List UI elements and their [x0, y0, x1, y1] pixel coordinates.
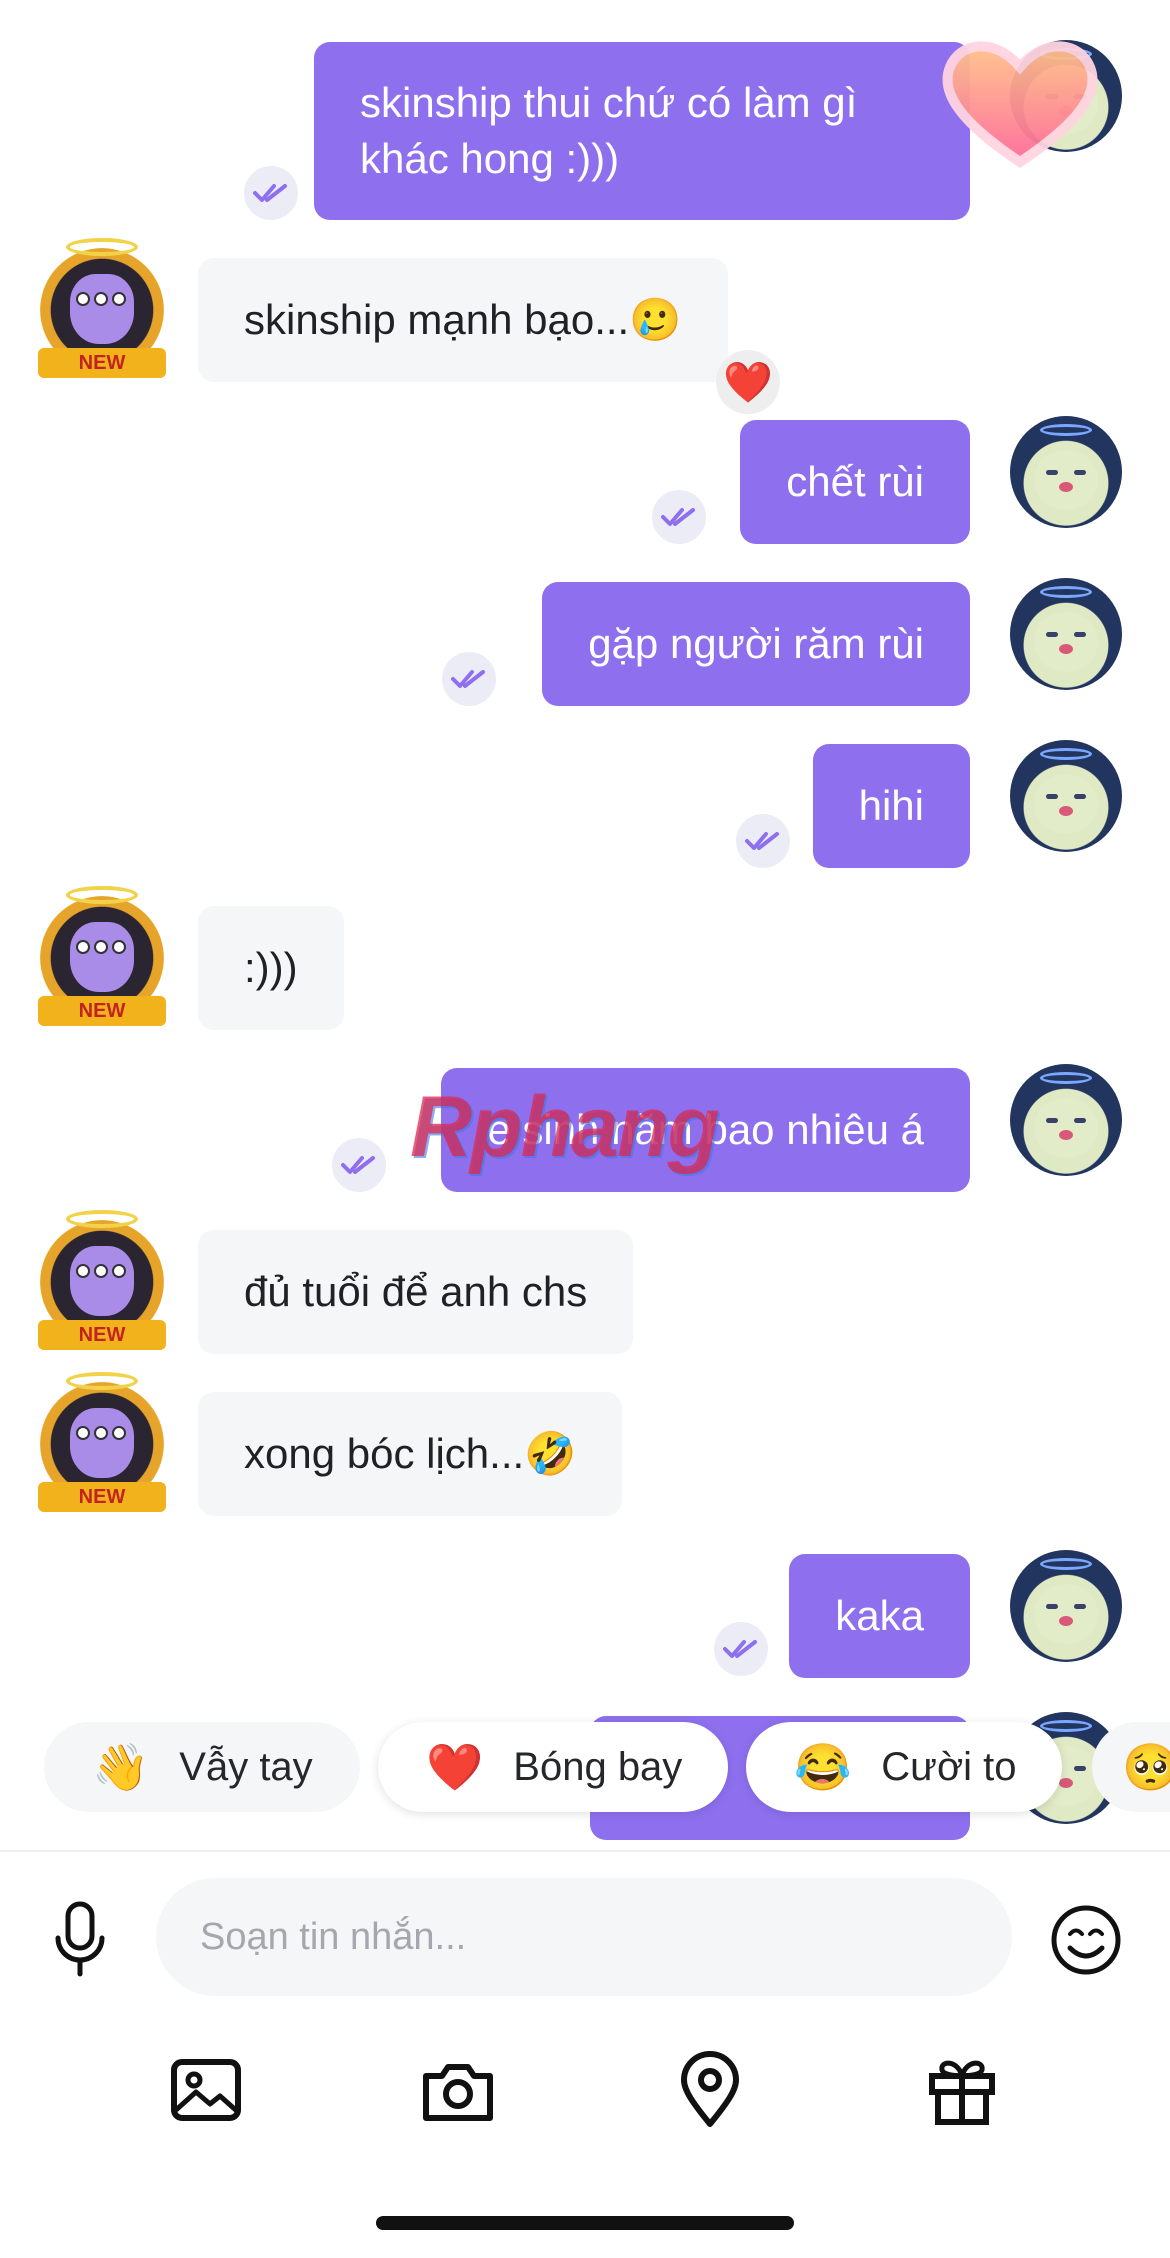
gift-icon[interactable] [922, 2050, 1002, 2130]
message-bubble-outgoing[interactable]: kaka [789, 1554, 970, 1678]
read-receipt-icon [714, 1622, 768, 1676]
pleading-face-icon: 🥺 [1122, 1740, 1170, 1793]
message-text: hihi [858, 782, 924, 829]
chip-label: Bóng bay [513, 1744, 683, 1789]
home-indicator[interactable] [376, 2216, 794, 2230]
message-text: gặp người răm rùi [588, 620, 924, 667]
quick-reply-balloon[interactable]: ❤️ Bóng bay [378, 1722, 728, 1812]
message-text: kaka [835, 1592, 924, 1639]
contact-avatar[interactable]: NEW [30, 230, 174, 380]
read-receipt-icon [332, 1138, 386, 1192]
new-badge: NEW [38, 348, 166, 378]
heart-sticker-icon [942, 41, 1098, 169]
message-bubble-outgoing[interactable]: gặp người răm rùi [542, 582, 970, 706]
message-text: đủ tuổi để anh chs [244, 1268, 588, 1315]
message-text: xong bóc lịch...🤣 [244, 1430, 577, 1477]
message-bubble-outgoing[interactable]: skinship thui chứ có làm gì khác hong :)… [314, 42, 970, 220]
heart-icon: ❤️ [426, 1740, 484, 1793]
chip-label: Vẫy tay [179, 1744, 313, 1789]
quick-reply-bar[interactable]: 👋 Vẫy tay ❤️ Bóng bay 😂 Cười to 🥺 [0, 1722, 1170, 1822]
my-avatar[interactable] [1010, 578, 1122, 690]
read-receipt-icon [652, 490, 706, 544]
quick-reply-wave[interactable]: 👋 Vẫy tay [44, 1722, 360, 1812]
new-badge: NEW [38, 1320, 166, 1350]
read-receipt-icon [442, 652, 496, 706]
camera-icon[interactable] [418, 2050, 498, 2130]
contact-avatar[interactable]: NEW [30, 1364, 174, 1514]
contact-avatar[interactable]: NEW [30, 1202, 174, 1352]
chip-label: Cười to [881, 1744, 1017, 1789]
message-bubble-outgoing[interactable]: chết rùi [740, 420, 970, 544]
my-avatar[interactable] [1010, 416, 1122, 528]
chat-thread[interactable]: skinship thui chứ có làm gì khác hong :)… [0, 0, 1170, 1850]
message-text: chết rùi [786, 458, 924, 505]
message-bubble-incoming[interactable]: skinship mạnh bạo...🥲 [198, 258, 728, 382]
message-text: skinship thui chứ có làm gì khác hong :)… [360, 79, 858, 182]
message-composer [0, 1850, 1170, 2258]
image-icon[interactable] [166, 2050, 246, 2130]
message-bubble-incoming[interactable]: xong bóc lịch...🤣 [198, 1392, 623, 1516]
my-avatar[interactable] [1010, 1550, 1122, 1662]
my-avatar[interactable] [1010, 1064, 1122, 1176]
quick-reply-laugh[interactable]: 😂 Cười to [746, 1722, 1062, 1812]
read-receipt-icon [244, 166, 298, 220]
message-input[interactable] [156, 1878, 1012, 1996]
message-text: skinship mạnh bạo...🥲 [244, 296, 682, 343]
laugh-icon: 😂 [794, 1740, 852, 1793]
new-badge: NEW [38, 996, 166, 1026]
message-text: :))) [244, 944, 298, 991]
contact-avatar[interactable]: NEW [30, 878, 174, 1028]
wave-icon: 👋 [92, 1740, 150, 1793]
message-bubble-incoming[interactable]: đủ tuổi để anh chs [198, 1230, 634, 1354]
emoji-icon[interactable] [1050, 1904, 1122, 1976]
reaction-heart[interactable]: ❤️ [716, 350, 780, 414]
location-icon[interactable] [670, 2050, 750, 2130]
microphone-icon[interactable] [50, 1900, 110, 1980]
message-bubble-outgoing[interactable]: e sinh năm bao nhiêu á [441, 1068, 970, 1192]
message-bubble-outgoing[interactable]: hihi [812, 744, 970, 868]
message-text: e sinh năm bao nhiêu á [487, 1106, 924, 1153]
my-avatar[interactable] [1010, 740, 1122, 852]
read-receipt-icon [736, 814, 790, 868]
new-badge: NEW [38, 1482, 166, 1512]
quick-reply-pleading[interactable]: 🥺 [1092, 1722, 1170, 1812]
message-bubble-incoming[interactable]: :))) [198, 906, 344, 1030]
